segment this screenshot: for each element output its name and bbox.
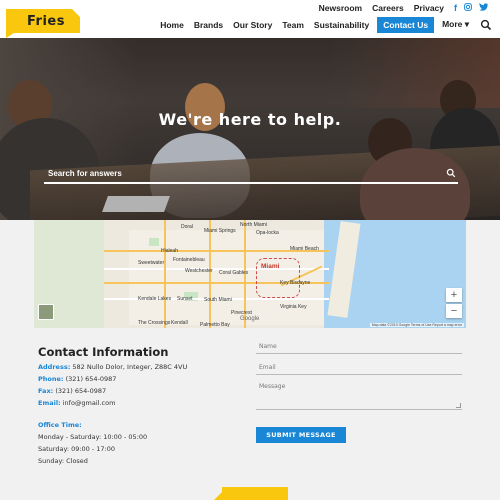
nav-more-dropdown[interactable]: More ▾ xyxy=(437,16,474,33)
map-place-label: Palmetto Bay xyxy=(200,322,230,328)
map-place-label: Miami Springs xyxy=(204,228,236,234)
hero-overlay xyxy=(0,38,500,220)
email-line: Email: info@gmail.com xyxy=(38,399,115,407)
zoom-out-button[interactable]: − xyxy=(446,304,462,318)
fax-label: Fax: xyxy=(38,387,54,395)
office-time-heading: Office Time: xyxy=(38,421,82,429)
nav-our-story[interactable]: Our Story xyxy=(228,17,277,33)
brand-logo-text: Fries xyxy=(27,14,65,29)
map-place-label: Kendall xyxy=(171,320,188,326)
map-attribution[interactable]: Map data ©2019 Google Terms of Use Repor… xyxy=(369,323,464,327)
map-place-label: North Miami xyxy=(240,222,267,228)
footer-logo[interactable] xyxy=(214,487,288,500)
twitter-icon[interactable] xyxy=(479,3,488,13)
message-textarea[interactable]: Message xyxy=(256,381,462,410)
phone-label: Phone: xyxy=(38,375,64,383)
email-field[interactable]: Email xyxy=(256,362,462,375)
social-links: f xyxy=(454,3,488,13)
nav-brands[interactable]: Brands xyxy=(189,17,228,33)
fax-value: (321) 654-0987 xyxy=(55,387,107,395)
main-nav: Home Brands Our Story Team Sustainabilit… xyxy=(155,16,492,33)
map-place-label: South Miami xyxy=(204,297,232,303)
hours-line: Sunday: Closed xyxy=(38,457,88,465)
contact-title: Contact Information xyxy=(38,345,169,359)
phone-line: Phone: (321) 654-0987 xyxy=(38,375,116,383)
resize-handle-icon[interactable] xyxy=(456,403,461,408)
site-header: Fries Newsroom Careers Privacy f Home Br… xyxy=(0,0,500,38)
nav-home[interactable]: Home xyxy=(155,17,189,33)
map-place-label: Westchester xyxy=(185,268,213,274)
map-place-label: Fontainebleau xyxy=(173,257,205,263)
privacy-link[interactable]: Privacy xyxy=(414,3,444,13)
map-place-label: Virginia Key xyxy=(280,304,307,310)
map-highway xyxy=(209,220,211,328)
submit-message-button[interactable]: SUBMIT MESSAGE xyxy=(256,427,346,443)
hero-banner: We're here to help. Search for answers xyxy=(0,38,500,220)
search-icon[interactable] xyxy=(480,19,492,31)
instagram-icon[interactable] xyxy=(464,3,472,13)
map-place-label: Hialeah xyxy=(161,248,178,254)
newsroom-link[interactable]: Newsroom xyxy=(319,3,362,13)
email-placeholder: Email xyxy=(259,364,276,371)
name-field[interactable]: Name xyxy=(256,341,462,354)
location-map[interactable]: Doral Miami Springs Hialeah Opa-locka Mi… xyxy=(34,220,466,328)
map-highway xyxy=(164,220,166,328)
map-place-label: Key Biscayne xyxy=(280,280,311,286)
address-line: Address: 582 Nullo Dolor, Integer, Z88C … xyxy=(38,363,187,371)
name-placeholder: Name xyxy=(259,343,277,350)
map-place-label: Sunset xyxy=(177,296,193,302)
help-search-input[interactable]: Search for answers xyxy=(44,164,458,184)
email-value[interactable]: info@gmail.com xyxy=(63,399,116,407)
street-view-thumbnail[interactable] xyxy=(38,304,54,320)
hours-line: Monday - Saturday: 10:00 - 05:00 xyxy=(38,433,148,441)
careers-link[interactable]: Careers xyxy=(372,3,404,13)
map-place-label: Kendale Lakes xyxy=(138,296,172,302)
zoom-in-button[interactable]: + xyxy=(446,288,462,302)
map-place-label: Sweetwater xyxy=(138,260,165,266)
fax-line: Fax: (321) 654-0987 xyxy=(38,387,106,395)
map-place-label: The Crossings xyxy=(138,320,171,326)
map-place-label: Doral xyxy=(181,224,193,230)
address-label: Address: xyxy=(38,363,71,371)
utility-nav: Newsroom Careers Privacy f xyxy=(319,3,488,13)
phone-value[interactable]: (321) 654-0987 xyxy=(66,375,117,383)
map-park xyxy=(149,238,159,246)
google-logo: Google xyxy=(240,316,260,322)
facebook-icon[interactable]: f xyxy=(454,3,457,13)
email-label: Email: xyxy=(38,399,61,407)
search-icon[interactable] xyxy=(446,168,456,178)
nav-contact-us[interactable]: Contact Us xyxy=(377,16,435,33)
hero-title: We're here to help. xyxy=(158,110,342,129)
nav-team[interactable]: Team xyxy=(277,17,309,33)
map-place-label: Miami Beach xyxy=(290,246,319,252)
nav-sustainability[interactable]: Sustainability xyxy=(309,17,374,33)
map-place-label: Coral Gables xyxy=(219,270,249,276)
message-placeholder: Message xyxy=(259,383,286,390)
hours-line: Saturday: 09:00 - 17:00 xyxy=(38,445,116,453)
search-placeholder: Search for answers xyxy=(48,169,122,178)
map-city-label: Miami xyxy=(261,263,280,270)
address-value: 582 Nullo Dolor, Integer, Z88C 4VU xyxy=(72,363,188,371)
map-place-label: Opa-locka xyxy=(256,230,279,236)
